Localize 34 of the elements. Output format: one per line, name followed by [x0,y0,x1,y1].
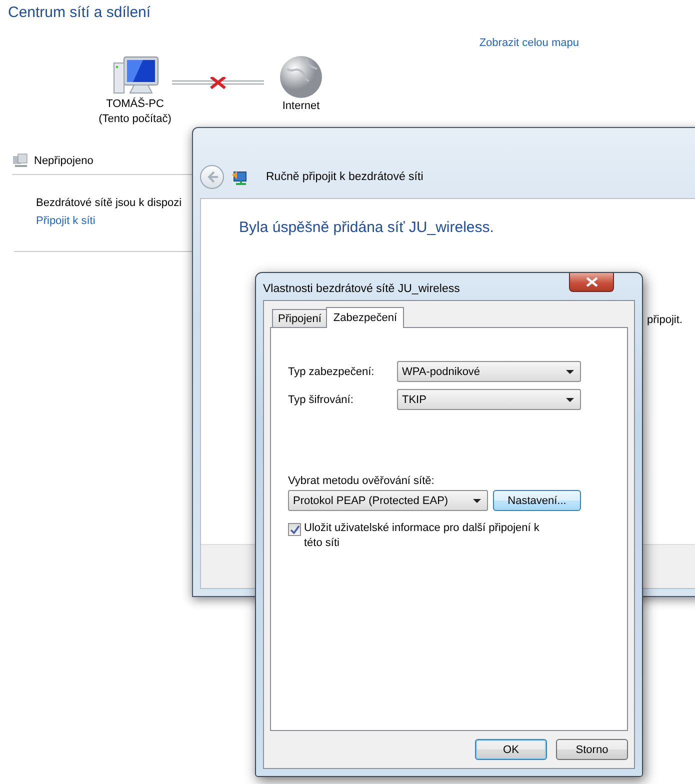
checkbox-label: Uložit uživatelské informace pro další připojení k této síti [304,521,540,551]
caret-icon [566,398,574,402]
dropdown[interactable]: TKIP [397,389,581,410]
internet-label: Internet [282,99,320,114]
computer-note: (Tento počítač) [98,112,172,127]
connect-link[interactable]: Připojit k síti [36,215,96,227]
ok-button[interactable]: OK [475,739,547,760]
dropdown[interactable]: WPA-podnikové [397,361,581,382]
cancel-button[interactable]: Storno [556,739,628,760]
view-map-link[interactable]: Zobrazit celou mapu [479,37,579,49]
network-icon [12,153,28,168]
wireless-status-text: Bezdrátové sítě jsou k dispozi [36,197,183,209]
close-button[interactable] [569,273,614,292]
caret-icon [566,370,574,374]
computer-name: TOMÁŠ-PC [106,97,164,112]
field-label: Vybrat metodu ověřování sítě: [288,475,436,487]
tab[interactable]: Připojení [272,309,328,327]
checkbox[interactable] [288,523,301,536]
instruction-text: připojit. [647,314,682,326]
wizard-title: Ručně připojit k bezdrátové síti [266,171,424,183]
success-heading: Byla úspěšně přidána síť JU_wireless. [238,218,495,236]
dialog-title: Vlastnosti bezdrátové sítě JU_wireless [263,282,460,294]
page-title: Centrum sítí a sdílení [7,3,152,21]
field-label: Typ zabezpečení: [288,366,376,378]
field-label: Typ šifrování: [288,394,354,406]
tab[interactable]: Zabezpečení [326,307,404,328]
wireless-network-icon [232,168,248,186]
dropdown[interactable]: Protokol PEAP (Protected EAP) [288,490,488,511]
checkmark-icon [290,525,300,534]
connection-status: Nepřipojeno [34,154,94,166]
globe-icon [277,55,325,99]
caret-icon [473,498,481,502]
close-icon [584,277,598,287]
settings-button[interactable]: Nastavení... [493,490,581,511]
